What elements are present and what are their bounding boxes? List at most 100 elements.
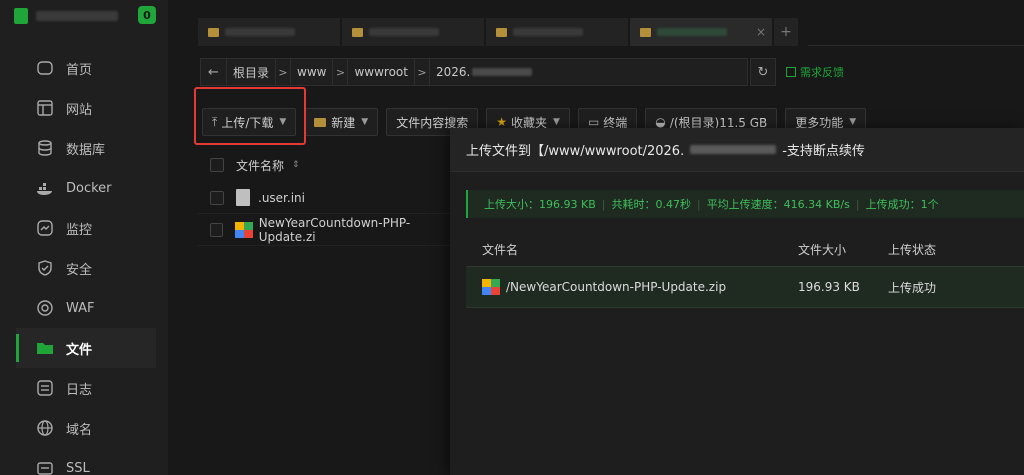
brand[interactable] [14, 6, 118, 26]
breadcrumb-current-label: 2026. [435, 65, 471, 79]
sidebar-item-security[interactable]: 安全 [16, 248, 156, 288]
sidebar-item-label: 首页 [66, 62, 93, 78]
chevron-down-icon: ▼ [361, 117, 369, 127]
sidebar-item-label: 文件 [66, 342, 93, 358]
folder-icon [496, 27, 507, 37]
terminal-icon: ▭ [587, 115, 600, 129]
sidebar-item-label: 域名 [66, 422, 93, 438]
sidebar-item-label: 网站 [66, 102, 93, 118]
sidebar-item-home[interactable]: 首页 [16, 48, 156, 88]
summary-success: 上传成功：1个 [865, 198, 939, 211]
breadcrumb-www[interactable]: www [291, 59, 332, 85]
upload-dialog: 上传文件到【/www/wwwroot/2026. -支持断点续传 上传大小：19… [450, 128, 1024, 475]
breadcrumb-blurred [472, 68, 533, 76]
dialog-title-blurred [690, 145, 777, 154]
sidebar-item-domain[interactable]: 域名 [16, 408, 156, 448]
tab-folder[interactable] [198, 18, 340, 46]
chevron-right-icon: > [332, 59, 349, 85]
chevron-right-icon: > [275, 59, 292, 85]
feedback-link[interactable]: 需求反馈 [786, 64, 844, 80]
file-icon [236, 189, 250, 206]
sidebar-item-website[interactable]: 网站 [16, 88, 156, 128]
waf-icon [36, 299, 54, 317]
globe-icon [36, 419, 54, 437]
home-icon [36, 59, 54, 77]
column-name-header[interactable]: 文件名称 [236, 157, 284, 174]
feedback-label: 需求反馈 [800, 66, 844, 79]
table-row[interactable]: NewYearCountdown-PHP-Update.zi [198, 214, 458, 246]
upload-file-size: 196.93 KB [798, 280, 860, 294]
sidebar-item-docker[interactable]: Docker [16, 168, 156, 208]
folder-icon [640, 27, 651, 37]
sidebar-item-ssl[interactable]: SSL [16, 448, 156, 475]
tab-label-blurred [513, 28, 583, 36]
dialog-title-prefix: 上传文件到【/www/wwwroot/2026. [466, 144, 685, 159]
summary-separator: | [601, 197, 606, 211]
add-tab-button[interactable]: + [774, 18, 798, 46]
new-label: 新建 [331, 115, 356, 130]
shield-icon [36, 259, 54, 277]
database-icon [36, 139, 54, 157]
dialog-title-suffix: -支持断点续传 [782, 144, 865, 159]
breadcrumb-current[interactable]: 2026. [430, 59, 538, 85]
row-checkbox[interactable] [210, 222, 224, 237]
tab-folder-active[interactable]: × [630, 18, 772, 46]
close-icon[interactable]: × [756, 25, 766, 39]
select-all-checkbox[interactable] [210, 158, 224, 172]
file-list-header: 文件名称 ⇕ [198, 150, 458, 180]
folder-icon [208, 27, 219, 37]
folder-icon [314, 117, 327, 127]
sidebar-item-logs[interactable]: 日志 [16, 368, 156, 408]
chevron-right-icon: > [413, 59, 430, 85]
refresh-icon[interactable]: ↻ [750, 58, 776, 86]
summary-speed: 平均上传速度：416.34 KB/s [706, 198, 850, 211]
sort-icon[interactable]: ⇕ [292, 160, 300, 170]
new-button[interactable]: 新建 ▼ [304, 108, 379, 136]
file-name[interactable]: .user.ini [258, 191, 305, 205]
website-icon [36, 99, 54, 117]
file-name[interactable]: NewYearCountdown-PHP-Update.zi [259, 216, 458, 244]
breadcrumb-wwwroot[interactable]: wwwroot [348, 59, 414, 85]
tab-folder[interactable] [342, 18, 484, 46]
feedback-icon [786, 67, 796, 77]
table-row[interactable]: /NewYearCountdown-PHP-Update.zip 196.93 … [466, 266, 1024, 308]
sidebar-item-monitor[interactable]: 监控 [16, 208, 156, 248]
upload-file-name: /NewYearCountdown-PHP-Update.zip [506, 280, 727, 294]
folder-icon [36, 339, 54, 357]
tab-label-blurred [657, 28, 727, 36]
summary-separator: | [696, 197, 701, 211]
sidebar-item-label: 日志 [66, 382, 93, 398]
ssl-icon [36, 459, 54, 475]
monitor-icon [36, 219, 54, 237]
tabs-divider [808, 45, 1024, 46]
disk-icon: ◒ [655, 115, 666, 129]
table-row[interactable]: .user.ini [198, 182, 458, 214]
breadcrumb-root[interactable]: 根目录 [227, 59, 275, 85]
zip-icon [235, 221, 253, 238]
breadcrumb: ← 根目录 > www > wwwroot > 2026. [200, 58, 748, 86]
file-tabs: × + [198, 18, 798, 46]
tab-label-blurred [369, 28, 439, 36]
summary-time: 共耗时：0.47秒 [611, 198, 691, 211]
sidebar-item-waf[interactable]: WAF [16, 288, 156, 328]
chevron-down-icon: ▼ [553, 117, 560, 127]
log-icon [36, 379, 54, 397]
sidebar-item-database[interactable]: 数据库 [16, 128, 156, 168]
back-arrow-icon[interactable]: ← [201, 59, 227, 85]
tab-folder[interactable] [486, 18, 628, 46]
sidebar-item-label: SSL [66, 460, 90, 475]
highlight-box [194, 87, 306, 145]
sidebar-item-label: WAF [66, 300, 95, 316]
notification-badge[interactable]: 0 [138, 6, 156, 24]
sidebar-item-label: 安全 [66, 262, 93, 278]
sidebar-item-label: 监控 [66, 222, 93, 238]
row-checkbox[interactable] [210, 190, 224, 205]
column-file-name: 文件名 [482, 242, 519, 257]
brand-logo-icon [14, 8, 28, 24]
upload-summary: 上传大小：196.93 KB | 共耗时：0.47秒 | 平均上传速度：416.… [466, 190, 1024, 218]
sidebar-item-files[interactable]: 文件 [16, 328, 156, 368]
sidebar: 0 首页 网站 数据库 Docker 监控 安全 WAF 文件 日志 域名 SS… [0, 0, 168, 475]
sidebar-item-label: 数据库 [66, 142, 106, 158]
tab-label-blurred [225, 28, 295, 36]
upload-file-name-cell: /NewYearCountdown-PHP-Update.zip [466, 279, 798, 295]
